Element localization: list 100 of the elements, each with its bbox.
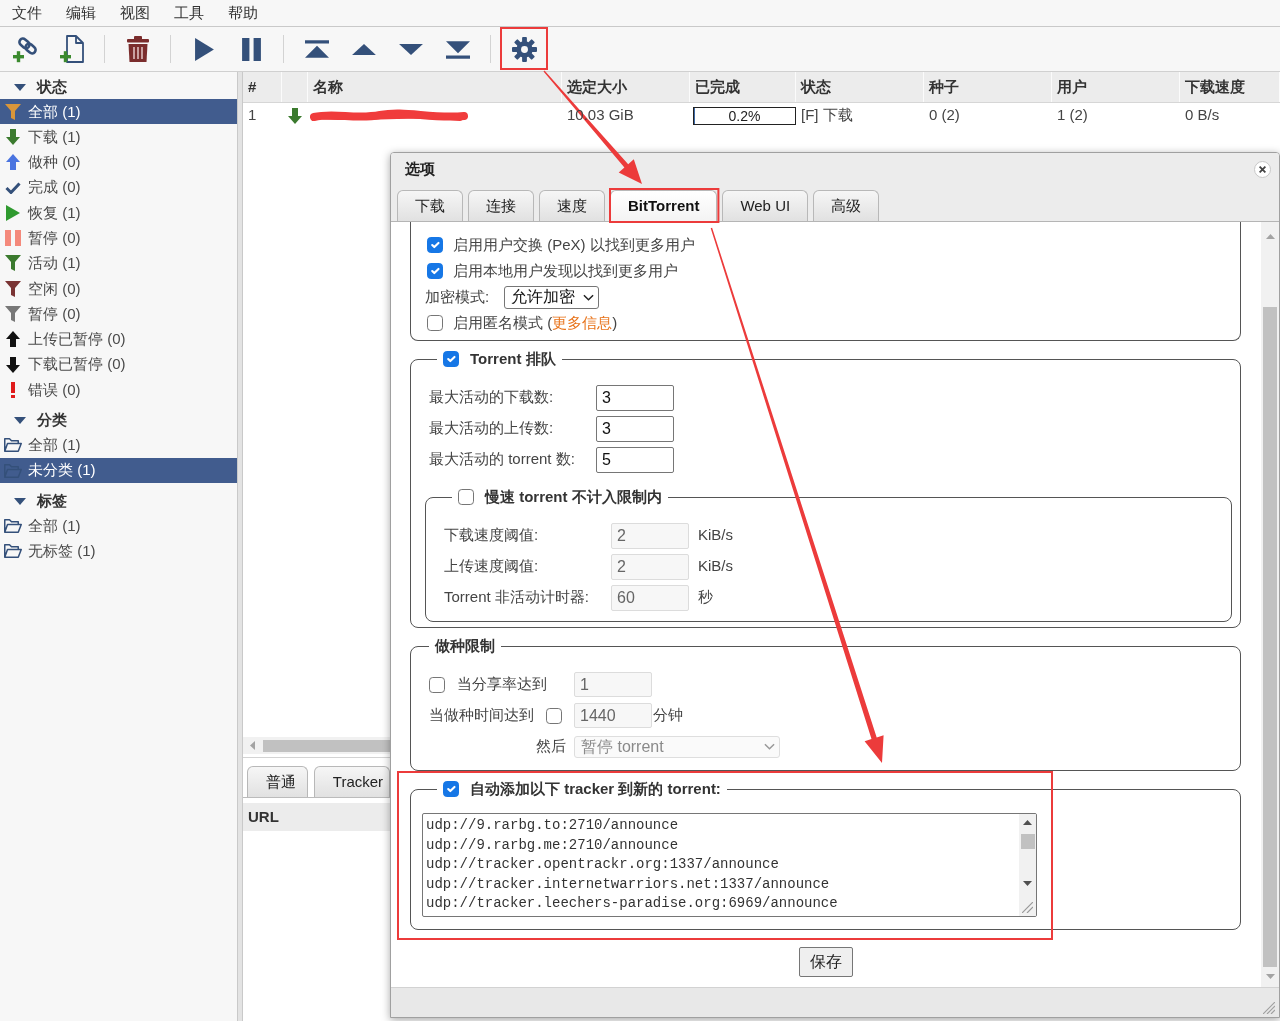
tab[interactable]: 速度 <box>539 190 605 221</box>
tab[interactable]: 高级 <box>813 190 880 221</box>
field-label: 当分享率达到 <box>457 674 547 695</box>
sidebar-item[interactable]: 未分类 (1) <box>0 457 237 484</box>
down-arrow-icon <box>288 107 302 124</box>
column-header[interactable]: 下载速度 <box>1180 72 1280 102</box>
scrollbar-thumb[interactable] <box>263 739 390 752</box>
checkbox[interactable] <box>546 707 562 724</box>
sidebar-item[interactable]: 上传已暂停 (0) <box>0 326 237 352</box>
scroll-left-arrow-icon <box>250 741 255 750</box>
field-label: 最大活动的下载数: <box>429 387 555 408</box>
checkbox[interactable] <box>429 676 445 693</box>
up-arrow-icon <box>6 331 20 348</box>
sidebar-item[interactable]: 全部 (1) <box>0 432 237 458</box>
progress-label: 0.2% <box>728 107 761 124</box>
field-label: 加密模式: <box>425 286 490 307</box>
group-title: 自动添加以下 tracker 到新的 torrent: <box>470 779 721 799</box>
checkmark-icon <box>5 181 21 194</box>
sidebar-item[interactable]: 空闲 (0) <box>0 276 237 302</box>
sidebar-item[interactable]: 完成 (0) <box>0 174 237 201</box>
menu-item[interactable]: 编辑 <box>54 0 108 26</box>
sidebar-item[interactable]: 恢复 (1) <box>0 200 237 226</box>
checkbox[interactable] <box>427 263 443 279</box>
sidebar-item[interactable]: 暂停 (0) <box>0 301 237 327</box>
menu-item[interactable]: 文件 <box>0 0 54 26</box>
triangle-down-bar-icon <box>446 39 470 59</box>
menu-item[interactable]: 视图 <box>108 0 162 26</box>
sidebar-item[interactable]: 做种 (0) <box>0 149 237 175</box>
scroll-down-arrow-icon <box>1265 974 1275 979</box>
sidebar-item[interactable]: 下载 (1) <box>0 124 237 150</box>
resize-grip-icon <box>1263 1002 1275 1014</box>
filter-icon <box>5 280 21 297</box>
tab[interactable]: Web UI <box>722 190 809 221</box>
scrollbar-thumb[interactable] <box>1263 307 1277 967</box>
number-field[interactable]: 5 <box>596 446 674 473</box>
unit-label: KiB/s <box>698 525 734 546</box>
scrollbar-thumb[interactable] <box>1020 834 1035 849</box>
column-header[interactable]: 用户 <box>1052 72 1180 102</box>
checkbox[interactable] <box>427 315 443 331</box>
resize-grip-icon <box>1022 902 1033 913</box>
column-header[interactable]: 状态 <box>796 72 924 102</box>
field-label: 上传速度阈值: <box>444 556 540 577</box>
column-header[interactable]: 已完成 <box>690 72 796 102</box>
down-arrow-icon <box>6 356 20 373</box>
save-button[interactable]: 保存 <box>798 947 853 977</box>
exclamation-icon <box>11 381 15 398</box>
filter-icon <box>5 255 21 272</box>
checkbox-label: 启用用户交换 (PeX) 以找到更多用户 <box>453 234 695 255</box>
checkbox-label: 启用本地用户发现以找到更多用户 <box>453 260 678 281</box>
field-label: 当做种时间达到 <box>429 705 534 726</box>
field-label: 分钟 <box>653 705 683 726</box>
field-label: 最大活动的 torrent 数: <box>429 449 576 470</box>
section-header[interactable]: 标签 <box>0 489 237 514</box>
menu-item[interactable]: 帮助 <box>216 0 270 26</box>
close-icon <box>1259 166 1266 173</box>
sidebar-item[interactable]: 下载已暂停 (0) <box>0 351 237 378</box>
sidebar-item[interactable]: 暂停 (0) <box>0 225 237 251</box>
dialog-title: 选项 <box>405 159 435 180</box>
file-plus-icon <box>60 35 84 63</box>
tab[interactable]: 连接 <box>468 190 534 221</box>
scroll-up-arrow-icon <box>1023 820 1032 825</box>
table-cell-text: 1 (2) <box>1056 105 1089 126</box>
field-label: 然后 <box>536 736 566 757</box>
sidebar-item[interactable]: 全部 (1) <box>0 513 237 539</box>
group-title: 做种限制 <box>435 636 495 656</box>
menu-item[interactable]: 工具 <box>162 0 216 26</box>
checkbox[interactable] <box>443 351 459 367</box>
field-label: 下载速度阈值: <box>444 525 540 546</box>
chain-plus-icon <box>12 35 38 63</box>
column-header[interactable]: 种子 <box>924 72 1052 102</box>
tab[interactable]: 普通 <box>247 766 308 797</box>
tab[interactable]: 下载 <box>397 190 463 221</box>
trash-icon <box>127 36 149 62</box>
table-cell-text: [F] 下载 <box>800 105 854 126</box>
highlight-box <box>500 27 548 70</box>
section-header[interactable]: 状态 <box>0 75 237 99</box>
triangle-up-icon <box>352 43 376 55</box>
play-icon <box>6 204 20 221</box>
table-cell-text: 0 B/s <box>1184 105 1221 126</box>
tab[interactable]: Tracker <box>313 766 390 797</box>
column-header[interactable]: # <box>243 72 282 102</box>
up-arrow-icon <box>6 154 20 171</box>
sidebar-item[interactable]: 活动 (1) <box>0 250 237 277</box>
close-button[interactable] <box>1254 161 1271 178</box>
tab[interactable]: BitTorrent <box>610 190 718 222</box>
checkbox[interactable] <box>427 237 443 253</box>
tracker-list-field[interactable]: udp://9.rarbg.to:2710/announce udp://9.rarbg.me:2710/announce udp://tracker.opentrackr.org:1337/announce udp://tracker.internetwarriors.net:1337/announce udp://tracker.leechers-paradise.org:6969/announce <box>422 813 1037 917</box>
number-field[interactable]: 3 <box>596 415 674 442</box>
sidebar-item[interactable]: 无标签 (1) <box>0 538 237 564</box>
filter-icon <box>5 306 21 322</box>
field-label: 最大活动的上传数: <box>429 418 555 439</box>
checkbox[interactable] <box>443 781 459 797</box>
section-header[interactable]: 分类 <box>0 408 237 433</box>
sidebar-item[interactable]: 全部 (1) <box>0 99 237 125</box>
sidebar-item[interactable]: 错误 (0) <box>0 377 237 403</box>
number-field[interactable]: 3 <box>596 384 674 411</box>
column-header[interactable]: URL <box>248 806 279 828</box>
dropdown[interactable]: 允许加密 <box>504 285 600 309</box>
field-label: Torrent 非活动计时器: <box>444 587 591 608</box>
checkbox[interactable] <box>458 489 474 505</box>
